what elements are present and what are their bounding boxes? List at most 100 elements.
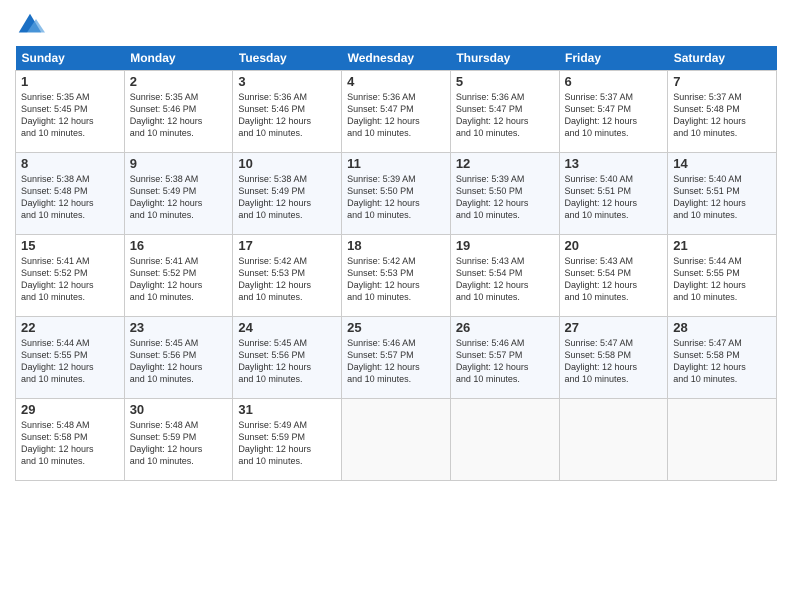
day-info: Sunrise: 5:46 AM Sunset: 5:57 PM Dayligh… bbox=[456, 337, 554, 386]
week-row-4: 22 Sunrise: 5:44 AM Sunset: 5:55 PM Dayli… bbox=[16, 317, 777, 399]
calendar-cell: 24Sunrise: 5:45 AM Sunset: 5:56 PM Dayli… bbox=[233, 317, 342, 399]
week-row-2: 8 Sunrise: 5:38 AM Sunset: 5:48 PM Daylig… bbox=[16, 153, 777, 235]
day-info: Sunrise: 5:44 AM Sunset: 5:55 PM Dayligh… bbox=[673, 255, 771, 304]
week-row-1: 1Sunrise: 5:35 AM Sunset: 5:45 PM Daylig… bbox=[16, 71, 777, 153]
day-number: 22 bbox=[21, 320, 119, 335]
header-row: SundayMondayTuesdayWednesdayThursdayFrid… bbox=[16, 46, 777, 71]
calendar-cell bbox=[342, 399, 451, 481]
day-number: 11 bbox=[347, 156, 445, 171]
day-info: Sunrise: 5:36 AM Sunset: 5:47 PM Dayligh… bbox=[347, 91, 445, 140]
calendar-cell: 12 Sunrise: 5:39 AM Sunset: 5:50 PM Dayli… bbox=[450, 153, 559, 235]
day-info: Sunrise: 5:38 AM Sunset: 5:48 PM Dayligh… bbox=[21, 173, 119, 222]
calendar-cell: 23Sunrise: 5:45 AM Sunset: 5:56 PM Dayli… bbox=[124, 317, 233, 399]
day-info: Sunrise: 5:45 AM Sunset: 5:56 PM Dayligh… bbox=[130, 337, 228, 386]
day-number: 2 bbox=[130, 74, 228, 89]
day-number: 13 bbox=[565, 156, 663, 171]
col-header-wednesday: Wednesday bbox=[342, 46, 451, 71]
day-number: 12 bbox=[456, 156, 554, 171]
col-header-tuesday: Tuesday bbox=[233, 46, 342, 71]
calendar-cell: 16 Sunrise: 5:41 AM Sunset: 5:52 PM Dayli… bbox=[124, 235, 233, 317]
day-info: Sunrise: 5:38 AM Sunset: 5:49 PM Dayligh… bbox=[130, 173, 228, 222]
col-header-friday: Friday bbox=[559, 46, 668, 71]
day-number: 19 bbox=[456, 238, 554, 253]
calendar-cell: 18 Sunrise: 5:42 AM Sunset: 5:53 PM Dayli… bbox=[342, 235, 451, 317]
calendar-cell: 31 Sunrise: 5:49 AM Sunset: 5:59 PM Dayli… bbox=[233, 399, 342, 481]
day-number: 29 bbox=[21, 402, 119, 417]
day-info: Sunrise: 5:47 AM Sunset: 5:58 PM Dayligh… bbox=[673, 337, 771, 386]
day-info: Sunrise: 5:49 AM Sunset: 5:59 PM Dayligh… bbox=[238, 419, 336, 468]
calendar-cell bbox=[668, 399, 777, 481]
day-number: 14 bbox=[673, 156, 771, 171]
day-number: 15 bbox=[21, 238, 119, 253]
calendar-cell: 27Sunrise: 5:47 AM Sunset: 5:58 PM Dayli… bbox=[559, 317, 668, 399]
calendar-cell: 7 Sunrise: 5:37 AM Sunset: 5:48 PM Daylig… bbox=[668, 71, 777, 153]
calendar-cell: 25 Sunrise: 5:46 AM Sunset: 5:57 PM Dayli… bbox=[342, 317, 451, 399]
day-info: Sunrise: 5:37 AM Sunset: 5:48 PM Dayligh… bbox=[673, 91, 771, 140]
logo-icon bbox=[15, 10, 45, 40]
col-header-sunday: Sunday bbox=[16, 46, 125, 71]
calendar-cell: 4Sunrise: 5:36 AM Sunset: 5:47 PM Daylig… bbox=[342, 71, 451, 153]
day-info: Sunrise: 5:36 AM Sunset: 5:46 PM Dayligh… bbox=[238, 91, 336, 140]
day-number: 7 bbox=[673, 74, 771, 89]
calendar-cell: 17Sunrise: 5:42 AM Sunset: 5:53 PM Dayli… bbox=[233, 235, 342, 317]
calendar-cell bbox=[450, 399, 559, 481]
day-number: 10 bbox=[238, 156, 336, 171]
day-number: 28 bbox=[673, 320, 771, 335]
week-row-5: 29 Sunrise: 5:48 AM Sunset: 5:58 PM Dayli… bbox=[16, 399, 777, 481]
day-number: 3 bbox=[238, 74, 336, 89]
day-info: Sunrise: 5:37 AM Sunset: 5:47 PM Dayligh… bbox=[565, 91, 663, 140]
calendar-cell: 1Sunrise: 5:35 AM Sunset: 5:45 PM Daylig… bbox=[16, 71, 125, 153]
day-info: Sunrise: 5:35 AM Sunset: 5:46 PM Dayligh… bbox=[130, 91, 228, 140]
day-number: 21 bbox=[673, 238, 771, 253]
day-info: Sunrise: 5:42 AM Sunset: 5:53 PM Dayligh… bbox=[238, 255, 336, 304]
day-number: 26 bbox=[456, 320, 554, 335]
day-info: Sunrise: 5:42 AM Sunset: 5:53 PM Dayligh… bbox=[347, 255, 445, 304]
day-number: 8 bbox=[21, 156, 119, 171]
calendar-cell: 13 Sunrise: 5:40 AM Sunset: 5:51 PM Dayli… bbox=[559, 153, 668, 235]
calendar-table: SundayMondayTuesdayWednesdayThursdayFrid… bbox=[15, 46, 777, 481]
day-number: 9 bbox=[130, 156, 228, 171]
day-number: 18 bbox=[347, 238, 445, 253]
calendar-cell: 14Sunrise: 5:40 AM Sunset: 5:51 PM Dayli… bbox=[668, 153, 777, 235]
calendar-cell: 22 Sunrise: 5:44 AM Sunset: 5:55 PM Dayli… bbox=[16, 317, 125, 399]
day-number: 16 bbox=[130, 238, 228, 253]
calendar-cell: 2 Sunrise: 5:35 AM Sunset: 5:46 PM Daylig… bbox=[124, 71, 233, 153]
day-info: Sunrise: 5:39 AM Sunset: 5:50 PM Dayligh… bbox=[347, 173, 445, 222]
day-info: Sunrise: 5:46 AM Sunset: 5:57 PM Dayligh… bbox=[347, 337, 445, 386]
day-number: 31 bbox=[238, 402, 336, 417]
header bbox=[15, 10, 777, 40]
calendar-cell: 20Sunrise: 5:43 AM Sunset: 5:54 PM Dayli… bbox=[559, 235, 668, 317]
day-number: 25 bbox=[347, 320, 445, 335]
calendar-cell: 11 Sunrise: 5:39 AM Sunset: 5:50 PM Dayli… bbox=[342, 153, 451, 235]
col-header-thursday: Thursday bbox=[450, 46, 559, 71]
day-number: 20 bbox=[565, 238, 663, 253]
day-info: Sunrise: 5:36 AM Sunset: 5:47 PM Dayligh… bbox=[456, 91, 554, 140]
calendar-cell: 5 Sunrise: 5:36 AM Sunset: 5:47 PM Daylig… bbox=[450, 71, 559, 153]
day-info: Sunrise: 5:44 AM Sunset: 5:55 PM Dayligh… bbox=[21, 337, 119, 386]
calendar-cell: 15 Sunrise: 5:41 AM Sunset: 5:52 PM Dayli… bbox=[16, 235, 125, 317]
day-info: Sunrise: 5:39 AM Sunset: 5:50 PM Dayligh… bbox=[456, 173, 554, 222]
col-header-saturday: Saturday bbox=[668, 46, 777, 71]
calendar-cell: 28 Sunrise: 5:47 AM Sunset: 5:58 PM Dayli… bbox=[668, 317, 777, 399]
calendar-cell: 19 Sunrise: 5:43 AM Sunset: 5:54 PM Dayli… bbox=[450, 235, 559, 317]
day-number: 5 bbox=[456, 74, 554, 89]
week-row-3: 15 Sunrise: 5:41 AM Sunset: 5:52 PM Dayli… bbox=[16, 235, 777, 317]
calendar-cell: 6 Sunrise: 5:37 AM Sunset: 5:47 PM Daylig… bbox=[559, 71, 668, 153]
calendar-cell: 21 Sunrise: 5:44 AM Sunset: 5:55 PM Dayli… bbox=[668, 235, 777, 317]
calendar-cell: 9 Sunrise: 5:38 AM Sunset: 5:49 PM Daylig… bbox=[124, 153, 233, 235]
calendar-cell: 29 Sunrise: 5:48 AM Sunset: 5:58 PM Dayli… bbox=[16, 399, 125, 481]
day-number: 27 bbox=[565, 320, 663, 335]
calendar-cell bbox=[559, 399, 668, 481]
calendar-cell: 3 Sunrise: 5:36 AM Sunset: 5:46 PM Daylig… bbox=[233, 71, 342, 153]
day-info: Sunrise: 5:41 AM Sunset: 5:52 PM Dayligh… bbox=[130, 255, 228, 304]
day-info: Sunrise: 5:43 AM Sunset: 5:54 PM Dayligh… bbox=[456, 255, 554, 304]
day-info: Sunrise: 5:48 AM Sunset: 5:58 PM Dayligh… bbox=[21, 419, 119, 468]
col-header-monday: Monday bbox=[124, 46, 233, 71]
day-number: 24 bbox=[238, 320, 336, 335]
day-info: Sunrise: 5:40 AM Sunset: 5:51 PM Dayligh… bbox=[565, 173, 663, 222]
day-number: 6 bbox=[565, 74, 663, 89]
logo bbox=[15, 10, 49, 40]
calendar-cell: 10Sunrise: 5:38 AM Sunset: 5:49 PM Dayli… bbox=[233, 153, 342, 235]
day-number: 30 bbox=[130, 402, 228, 417]
day-info: Sunrise: 5:41 AM Sunset: 5:52 PM Dayligh… bbox=[21, 255, 119, 304]
